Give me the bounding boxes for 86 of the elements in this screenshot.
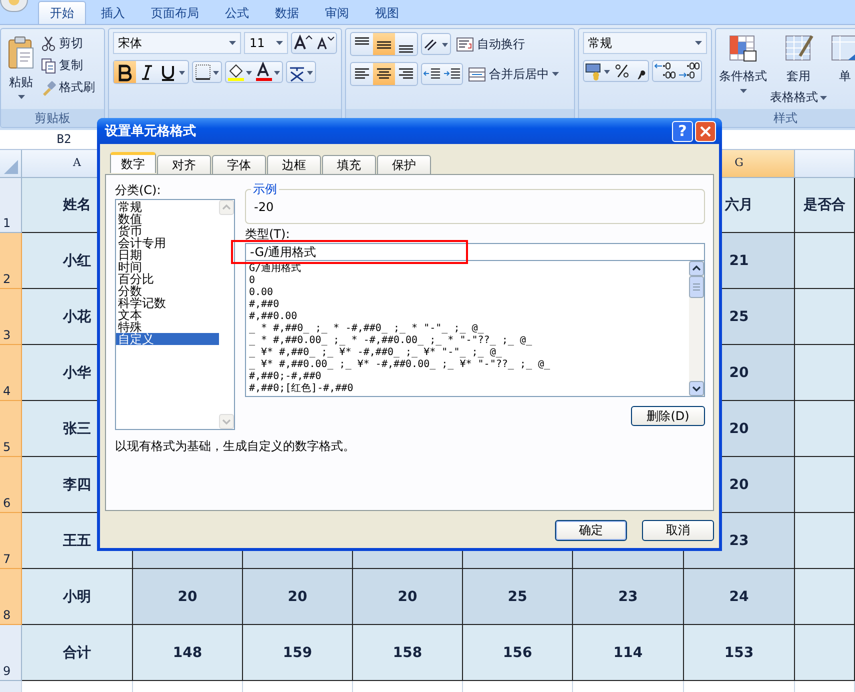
fill-color-icon[interactable]	[226, 62, 254, 82]
align-center-icon[interactable]	[373, 63, 395, 85]
row-header[interactable]: 2	[0, 233, 22, 289]
ribbon-tab[interactable]: 公式	[214, 2, 260, 24]
group-label: 剪贴板	[34, 110, 70, 126]
group-label: 样式	[774, 110, 798, 126]
row-header[interactable]: 6	[0, 457, 22, 513]
grid-chart-icon	[728, 34, 758, 64]
table-cell: 156	[463, 625, 573, 681]
decrease-decimal-icon[interactable]	[677, 61, 701, 81]
row-header[interactable]: 9	[0, 625, 22, 681]
table-cell: 25	[463, 569, 573, 625]
dialog-tab[interactable]: 对齐	[157, 155, 211, 174]
ribbon-tab[interactable]: 数据	[264, 2, 310, 24]
scissors-icon	[41, 36, 56, 52]
number-format-dropdown[interactable]: 常规	[583, 32, 707, 54]
row-header[interactable]: 3	[0, 289, 22, 345]
ribbon-button[interactable]: 剪切	[41, 35, 95, 52]
row-header[interactable]: 5	[0, 401, 22, 457]
dialog-tab[interactable]: 字体	[212, 155, 266, 174]
dialog-tab[interactable]: 保护	[377, 155, 431, 174]
row-header[interactable]: 8	[0, 569, 22, 625]
caret-icon	[276, 41, 283, 45]
table-cell: 小明	[22, 569, 133, 625]
font-color-icon[interactable]	[254, 62, 282, 82]
list-item[interactable]: 自定义	[116, 333, 219, 345]
merge-cells-icon	[468, 66, 486, 82]
table-cell: 148	[133, 625, 243, 681]
row-header[interactable]: 1	[0, 178, 22, 233]
ribbon-tab[interactable]: 审阅	[314, 2, 360, 24]
close-button[interactable]	[695, 120, 716, 142]
group-label: 示例	[251, 181, 279, 198]
category-list[interactable]: 常规 数值 货币 会计专用 日期 时间 百分比 分数 科学记数 文本 特殊 自定义	[115, 199, 235, 430]
wrap-text-icon	[456, 36, 474, 52]
ribbon-button[interactable]: 复制	[41, 57, 95, 74]
table-cell: 158	[353, 625, 463, 681]
font-size-dropdown[interactable]: 11	[244, 32, 288, 54]
row-header[interactable]: 4	[0, 345, 22, 401]
caret-icon	[18, 95, 24, 99]
dialog-tab[interactable]: 边框	[267, 155, 321, 174]
font-name-dropdown[interactable]: 宋体	[113, 32, 242, 54]
ribbon-tab[interactable]: 视图	[364, 2, 410, 24]
table-cell: 159	[243, 625, 353, 681]
border-icon[interactable]	[193, 62, 221, 82]
ribbon-button[interactable]: 条件格式	[719, 34, 767, 109]
table-cell: 20	[133, 569, 243, 625]
dialog-tab[interactable]: 数字	[110, 152, 156, 173]
scroll-thumb[interactable]	[689, 276, 704, 298]
ribbon-button[interactable]: 格式刷	[41, 79, 95, 96]
table-cell: 114	[573, 625, 684, 681]
field-label: 类型(T):	[245, 227, 290, 241]
table-cell: 20	[243, 569, 353, 625]
ribbon-button[interactable]: 套用 表格格式	[770, 34, 827, 109]
format-list[interactable]	[245, 261, 705, 397]
dialog-button[interactable]: 取消	[642, 520, 714, 541]
dialog-button[interactable]: 确定	[555, 520, 627, 541]
increase-decimal-icon[interactable]	[653, 61, 677, 81]
align-middle-icon[interactable]	[373, 33, 395, 55]
paste-button[interactable]: 粘贴	[5, 32, 37, 106]
ribbon-tab[interactable]: 开始	[38, 1, 86, 24]
table-cell: 24	[684, 569, 795, 625]
merge-center-button[interactable]: 合并后居中	[466, 66, 561, 82]
table-cell: 153	[684, 625, 795, 681]
help-button[interactable]: ?	[672, 120, 693, 142]
caret-icon	[552, 72, 559, 76]
type-input[interactable]: -G/通用格式	[245, 243, 705, 261]
currency-icon[interactable]	[584, 61, 612, 81]
table-cell: 23	[573, 569, 684, 625]
ribbon-tab[interactable]: 页面布局	[140, 2, 210, 24]
sample-value: -20	[254, 200, 274, 214]
table-cell: 是否合	[795, 178, 855, 233]
brush-icon	[41, 80, 56, 96]
delete-button[interactable]: 删除(D)	[631, 406, 705, 426]
clipboard-icon	[7, 36, 35, 70]
ribbon-tab[interactable]: 插入	[90, 2, 136, 24]
caret-icon	[229, 41, 236, 45]
dialog-tab[interactable]: 填充	[322, 155, 376, 174]
bold-icon[interactable]	[114, 61, 136, 83]
table-cell: 合计	[22, 625, 133, 681]
ribbon-button[interactable]: 单	[830, 34, 855, 109]
row-header[interactable]: 7	[0, 513, 22, 569]
table-cell: 20	[353, 569, 463, 625]
wrap-text-button[interactable]: 自动换行	[454, 36, 527, 52]
copy-icon	[41, 58, 56, 74]
caret-icon	[695, 41, 702, 45]
triangle-icon	[4, 160, 18, 174]
